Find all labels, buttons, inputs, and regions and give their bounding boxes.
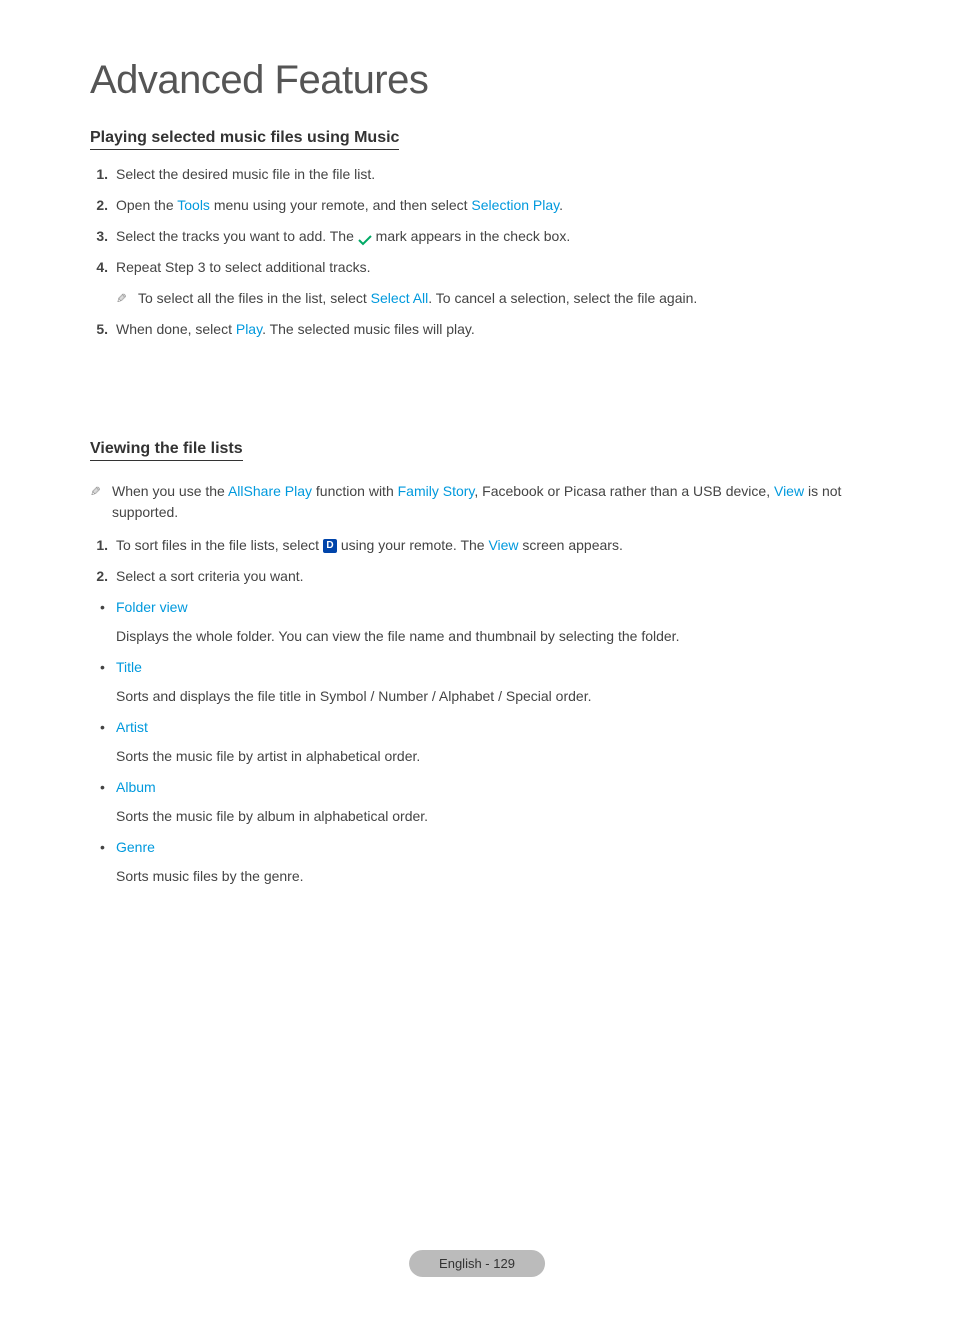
note-view-unsupported: ✎ When you use the AllShare Play functio… (90, 481, 864, 523)
ui-term: Selection Play (471, 197, 559, 213)
step-number: 2. (90, 566, 116, 587)
bullet-body: Genre Sorts music files by the genre. (116, 837, 864, 887)
bullet-body: Album Sorts the music file by album in al… (116, 777, 864, 827)
note-text: To select all the files in the list, sel… (136, 288, 864, 309)
bullet-title: Title (116, 657, 864, 678)
bullets-list: •Folder viewDisplays the whole folder. Y… (90, 597, 864, 887)
step-number: 3. (90, 226, 116, 247)
step-item: 4.Repeat Step 3 to select additional tra… (90, 257, 864, 278)
bullet-item: •Album Sorts the music file by album in a… (98, 777, 864, 827)
step-note: ✎To select all the files in the list, se… (116, 288, 864, 309)
step-body: Open the Tools menu using your remote, a… (116, 195, 864, 216)
steps-list-1: 1.Select the desired music file in the f… (90, 164, 864, 340)
check-icon (358, 231, 372, 243)
section-heading-playing: Playing selected music files using Music (90, 129, 399, 150)
step-number: 1. (90, 164, 116, 185)
bullet-title: Album (116, 777, 864, 798)
section-viewing: Viewing the file lists ✎ When you use th… (90, 350, 864, 887)
step-item: 3.Select the tracks you want to add. The… (90, 226, 864, 247)
bullet-item: •Title Sorts and displays the file title … (98, 657, 864, 707)
bullet-body: Title Sorts and displays the file title i… (116, 657, 864, 707)
step-item: 2.Select a sort criteria you want. (90, 566, 864, 587)
note-text: When you use the AllShare Play function … (110, 481, 864, 523)
bullet-description: Sorts and displays the file title in Sym… (116, 686, 864, 707)
step-item: 2.Open the Tools menu using your remote,… (90, 195, 864, 216)
step-item: 5.When done, select Play. The selected m… (90, 319, 864, 340)
step-body: Repeat Step 3 to select additional track… (116, 257, 864, 278)
step-number: 5. (90, 319, 116, 340)
note-icon: ✎ (116, 288, 136, 309)
ui-term: AllShare Play (228, 483, 312, 499)
bullet-dot: • (98, 657, 116, 707)
page-title: Advanced Features (90, 58, 864, 103)
ui-term: View (774, 483, 804, 499)
steps-list-2: 1.To sort files in the file lists, selec… (90, 535, 864, 587)
step-number: 4. (90, 257, 116, 278)
step-item: 1.To sort files in the file lists, selec… (90, 535, 864, 556)
bullet-dot: • (98, 777, 116, 827)
step-body: Select the desired music file in the fil… (116, 164, 864, 185)
section-playing: Playing selected music files using Music… (90, 121, 864, 340)
bullet-description: Displays the whole folder. You can view … (116, 626, 864, 647)
bullet-dot: • (98, 717, 116, 767)
bullet-title: Genre (116, 837, 864, 858)
bullet-title: Artist (116, 717, 864, 738)
bullet-dot: • (98, 597, 116, 647)
bullet-title: Folder view (116, 597, 864, 618)
step-body: When done, select Play. The selected mus… (116, 319, 864, 340)
d-button-icon: D (323, 539, 337, 553)
section-heading-viewing: Viewing the file lists (90, 440, 243, 461)
bullet-description: Sorts music files by the genre. (116, 866, 864, 887)
page-number-badge: English - 129 (409, 1250, 545, 1277)
bullet-description: Sorts the music file by artist in alphab… (116, 746, 864, 767)
ui-term: Select All (371, 290, 429, 306)
ui-term: Tools (177, 197, 210, 213)
bullet-item: •Artist Sorts the music file by artist in… (98, 717, 864, 767)
step-body: Select a sort criteria you want. (116, 566, 864, 587)
ui-term: View (488, 537, 518, 553)
step-item: 1.Select the desired music file in the f… (90, 164, 864, 185)
bullet-dot: • (98, 837, 116, 887)
page-content: Advanced Features Playing selected music… (0, 0, 954, 887)
bullet-body: Folder view Displays the whole folder. Yo… (116, 597, 864, 647)
step-body: To sort files in the file lists, select … (116, 535, 864, 556)
note-icon: ✎ (90, 481, 110, 502)
step-number: 2. (90, 195, 116, 216)
bullet-item: •Folder view Displays the whole folder. Y… (98, 597, 864, 647)
bullet-item: •Genre Sorts music files by the genre. (98, 837, 864, 887)
bullet-body: Artist Sorts the music file by artist in … (116, 717, 864, 767)
step-body: Select the tracks you want to add. The m… (116, 226, 864, 247)
ui-term: Family Story (398, 483, 475, 499)
step-number: 1. (90, 535, 116, 556)
bullet-description: Sorts the music file by album in alphabe… (116, 806, 864, 827)
ui-term: Play (236, 321, 262, 337)
